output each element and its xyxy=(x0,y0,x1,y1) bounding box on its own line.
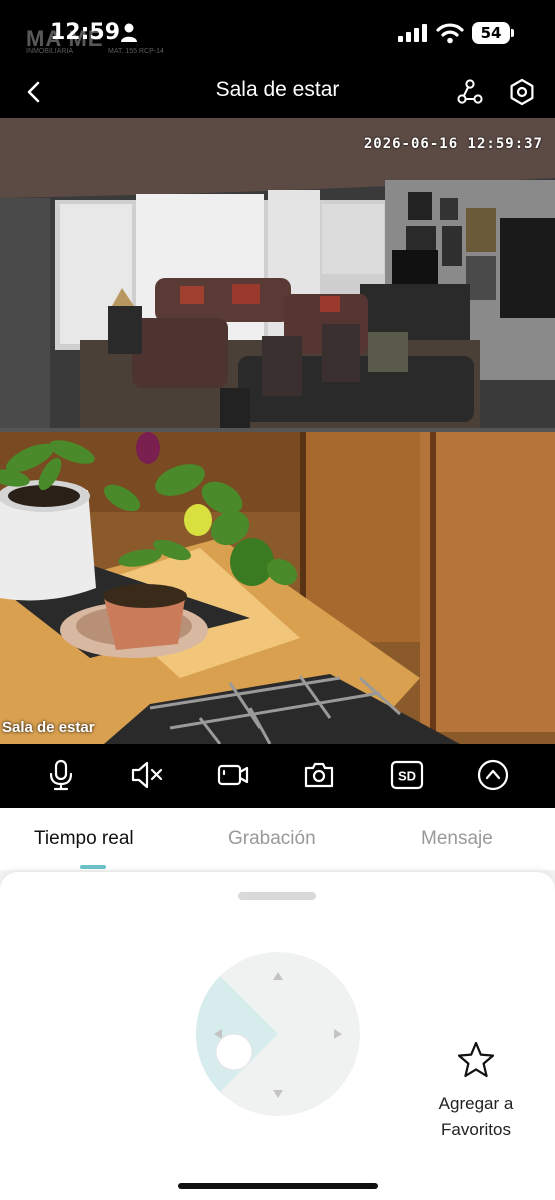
favorites-label-line1: Agregar a xyxy=(438,1094,514,1113)
status-bar: MA ME INMOBILIARIA MAT. 155 RCP-14 12:59… xyxy=(0,0,555,66)
chevron-up-circle-icon[interactable] xyxy=(476,758,510,792)
camera-control-bar: SD xyxy=(0,744,555,808)
cellular-signal-icon xyxy=(398,24,427,42)
navigation-bar: Sala de estar xyxy=(0,66,555,118)
feed-timestamp: 2026-06-16 12:59:37 xyxy=(363,136,543,152)
sd-label: SD xyxy=(398,769,416,784)
settings-icon[interactable] xyxy=(508,78,536,106)
camera-snapshot-icon[interactable] xyxy=(302,758,336,792)
camera-name-overlay: Sala de estar xyxy=(2,719,95,736)
tab-mensaje[interactable]: Mensaje xyxy=(421,828,493,850)
ptz-control-panel: Agregar a Favoritos xyxy=(0,872,555,1200)
ptz-joystick[interactable] xyxy=(196,952,360,1116)
watermark-subtext-2: MAT. 155 RCP-14 xyxy=(108,48,164,55)
speaker-muted-icon[interactable] xyxy=(130,758,164,792)
person-icon xyxy=(121,23,137,42)
camera-live-feed[interactable]: 2026-06-16 12:59:37 Sala de estar xyxy=(0,118,555,744)
drag-handle[interactable] xyxy=(238,892,316,900)
watermark-subtext: INMOBILIARIA xyxy=(26,48,74,55)
favorites-label-line2: Favoritos xyxy=(441,1120,511,1139)
share-icon[interactable] xyxy=(456,78,484,106)
view-tabs: Tiempo real Grabación Mensaje xyxy=(0,808,555,870)
battery-level: 54 xyxy=(480,24,502,42)
sd-quality-icon[interactable]: SD xyxy=(390,758,424,792)
camera-feed-image xyxy=(0,118,555,744)
status-time: 12:59 xyxy=(50,20,121,45)
home-indicator[interactable] xyxy=(178,1183,378,1189)
battery-indicator: 54 xyxy=(472,22,514,44)
joystick-knob[interactable] xyxy=(215,1033,253,1071)
add-to-favorites-button[interactable]: Agregar a Favoritos xyxy=(420,1040,532,1143)
microphone-icon[interactable] xyxy=(44,758,78,792)
favorites-label: Agregar a Favoritos xyxy=(420,1091,532,1143)
tab-grabacion[interactable]: Grabación xyxy=(228,828,316,850)
wifi-icon xyxy=(436,23,464,44)
tab-tiempo-real[interactable]: Tiempo real xyxy=(34,828,134,850)
star-icon xyxy=(457,1041,495,1078)
record-video-icon[interactable] xyxy=(216,758,250,792)
active-tab-indicator xyxy=(80,865,106,869)
